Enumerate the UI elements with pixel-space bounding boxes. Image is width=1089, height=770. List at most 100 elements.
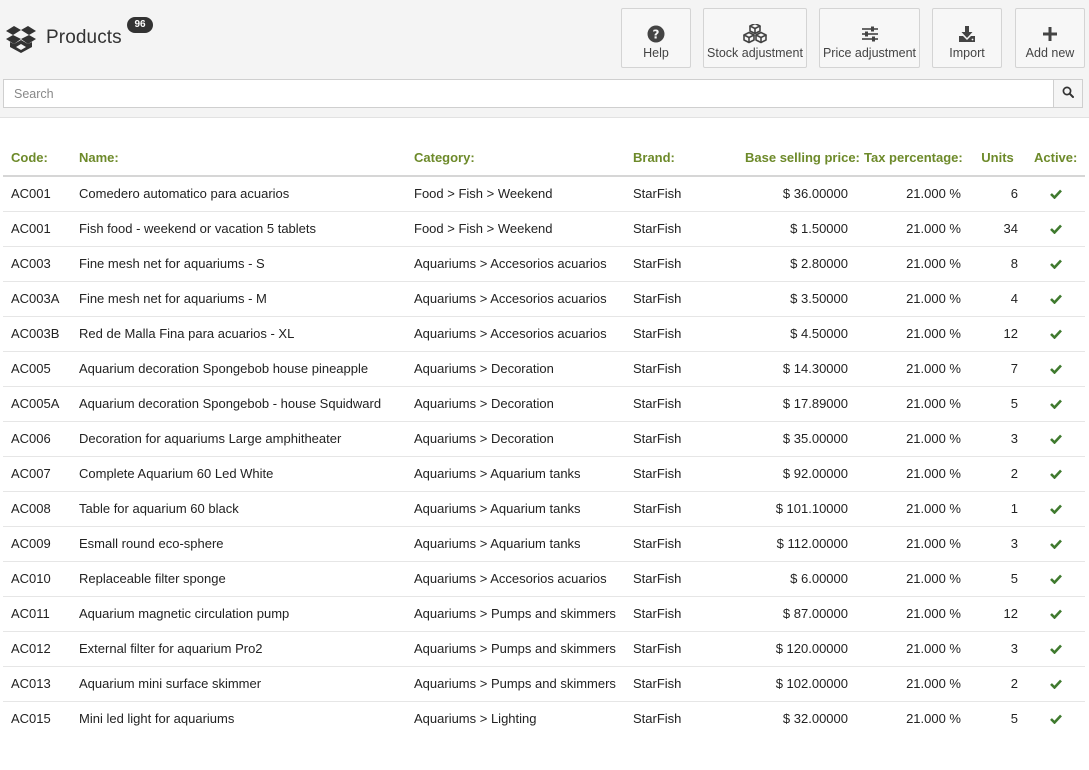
cell-active (1026, 421, 1085, 457)
check-icon (1049, 607, 1062, 622)
cell-code: AC006 (3, 421, 71, 457)
import-button[interactable]: Import (932, 8, 1002, 68)
check-icon (1049, 397, 1062, 412)
cell-category: Aquariums > Lighting (414, 711, 537, 727)
cell-category: Aquariums > Decoration (406, 351, 625, 387)
add-new-button[interactable]: Add new (1015, 8, 1085, 68)
table-row[interactable]: AC003 Fine mesh net for aquariums - S Aqua… (3, 246, 1085, 282)
dropbox-box-icon (4, 23, 38, 53)
table-row[interactable]: AC001 Fish food - weekend or vacation 5 t… (3, 211, 1085, 247)
cell-active (1026, 246, 1085, 282)
question-circle-icon: ? (622, 24, 690, 44)
cell-brand: StarFish (625, 631, 737, 667)
stock-adjustment-button[interactable]: Stock adjustment (703, 8, 807, 68)
column-header-name[interactable]: Name: (71, 140, 406, 177)
cell-tax: 21.000 % (856, 421, 969, 457)
cell-active (1026, 701, 1085, 736)
cell-tax: 21.000 % (856, 211, 969, 247)
help-button[interactable]: ? Help (621, 8, 691, 68)
cell-tax: 21.000 % (856, 561, 969, 597)
cell-units: 3 (969, 421, 1026, 457)
search-input[interactable] (3, 79, 1054, 108)
cell-tax: 21.000 % (856, 351, 969, 387)
cell-brand: StarFish (625, 351, 737, 387)
cell-name: Aquarium mini surface skimmer (71, 666, 406, 702)
table-row[interactable]: AC012 External filter for aquarium Pro2 Aq… (3, 631, 1085, 667)
table-row[interactable]: AC008 Table for aquarium 60 black Aquarium… (3, 491, 1085, 527)
count-badge: 96 (127, 17, 153, 33)
table-row[interactable]: AC005A Aquarium decoration Spongebob - ho… (3, 386, 1085, 422)
sliders-icon (820, 24, 919, 44)
table-row[interactable]: AC001 Comedero automatico para acuarios Fo… (3, 176, 1085, 212)
cell-price: $ 102.00000 (737, 666, 856, 702)
cell-units: 1 (969, 491, 1026, 527)
cell-category: Food > Fish > Weekend (406, 211, 625, 247)
column-header-active[interactable]: Active: (1026, 140, 1085, 177)
cell-active (1026, 596, 1085, 632)
cell-code: AC003B (3, 316, 71, 352)
table-row[interactable]: AC007 Complete Aquarium 60 Led White Aquar… (3, 456, 1085, 492)
cell-units: 5 (1010, 711, 1018, 727)
column-header-category[interactable]: Category: (406, 140, 625, 177)
cell-name: Fish food - weekend or vacation 5 tablet… (71, 211, 406, 247)
column-header-price[interactable]: Base selling price: (737, 140, 860, 177)
cell-tax: 21.000 % (856, 666, 969, 702)
cell-code: AC001 (3, 211, 71, 247)
brand: Products (4, 18, 122, 58)
price-adjustment-button[interactable]: Price adjustment (819, 8, 920, 68)
cell-price: $ 120.00000 (737, 631, 856, 667)
cell-name: Decoration for aquariums Large amphithea… (71, 421, 406, 457)
cell-brand: StarFish (625, 561, 737, 597)
table-row[interactable]: AC005 Aquarium decoration Spongebob house… (3, 351, 1085, 387)
top-bar: Products 96 ? Help Stock adjustment Pric… (0, 0, 1089, 118)
cell-active (1026, 316, 1085, 352)
cell-code: AC012 (3, 631, 71, 667)
check-icon (1049, 642, 1062, 657)
check-icon (1049, 362, 1062, 377)
cell-active (1026, 666, 1085, 702)
cell-category: Aquariums > Decoration (406, 421, 625, 457)
cell-code: AC005 (3, 351, 71, 387)
table-row[interactable]: AC010 Replaceable filter sponge Aquariums … (3, 561, 1085, 597)
column-header-brand[interactable]: Brand: (625, 140, 737, 177)
column-header-units[interactable]: Units (969, 140, 1026, 177)
check-icon (1049, 502, 1062, 517)
cell-units: 6 (969, 176, 1026, 212)
column-header-code[interactable]: Code: (3, 140, 71, 177)
table-row[interactable]: AC003B Red de Malla Fina para acuarios - … (3, 316, 1085, 352)
table-row[interactable]: AC003A Fine mesh net for aquariums - M Aqu… (3, 281, 1085, 317)
cell-active (1026, 211, 1085, 247)
cell-tax: 21.000 % (856, 456, 969, 492)
cell-active (1026, 456, 1085, 492)
cell-category: Food > Fish > Weekend (406, 176, 625, 212)
cell-active (1026, 351, 1085, 387)
table-row[interactable]: AC011 Aquarium magnetic circulation pump A… (3, 596, 1085, 632)
table-row[interactable]: AC006 Decoration for aquariums Large amph… (3, 421, 1085, 457)
cell-name: Esmall round eco-sphere (71, 526, 406, 562)
page-title: Products (46, 27, 122, 48)
cell-price: $ 2.80000 (737, 246, 856, 282)
cell-brand: StarFish (633, 711, 682, 727)
cell-name: Red de Malla Fina para acuarios - XL (71, 316, 406, 352)
cell-tax: 21.000 % (856, 631, 969, 667)
cell-active (1026, 561, 1085, 597)
table-row[interactable]: AC013 Aquarium mini surface skimmer Aquari… (3, 666, 1085, 702)
check-icon (1049, 432, 1062, 447)
cell-active (1026, 631, 1085, 667)
cell-category: Aquariums > Pumps and skimmers (406, 631, 625, 667)
cell-price: $ 87.00000 (737, 596, 856, 632)
cell-units: 7 (969, 351, 1026, 387)
price-adjustment-label: Price adjustment (822, 46, 917, 60)
cell-code: AC007 (3, 456, 71, 492)
column-header-tax[interactable]: Tax percentage: (856, 140, 969, 177)
cell-code: AC009 (3, 526, 71, 562)
cell-code: AC013 (3, 666, 71, 702)
table-row[interactable]: AC015 Mini led light for aquariums Aquariu… (3, 701, 1085, 736)
search-button[interactable] (1053, 79, 1083, 108)
cell-brand: StarFish (625, 316, 737, 352)
table-row[interactable]: AC009 Esmall round eco-sphere Aquariums > … (3, 526, 1085, 562)
cell-category: Aquariums > Accesorios acuarios (406, 561, 625, 597)
cell-tax: 21.000 % (856, 176, 969, 212)
stock-adjustment-label: Stock adjustment (707, 46, 803, 60)
cell-name: Table for aquarium 60 black (71, 491, 406, 527)
